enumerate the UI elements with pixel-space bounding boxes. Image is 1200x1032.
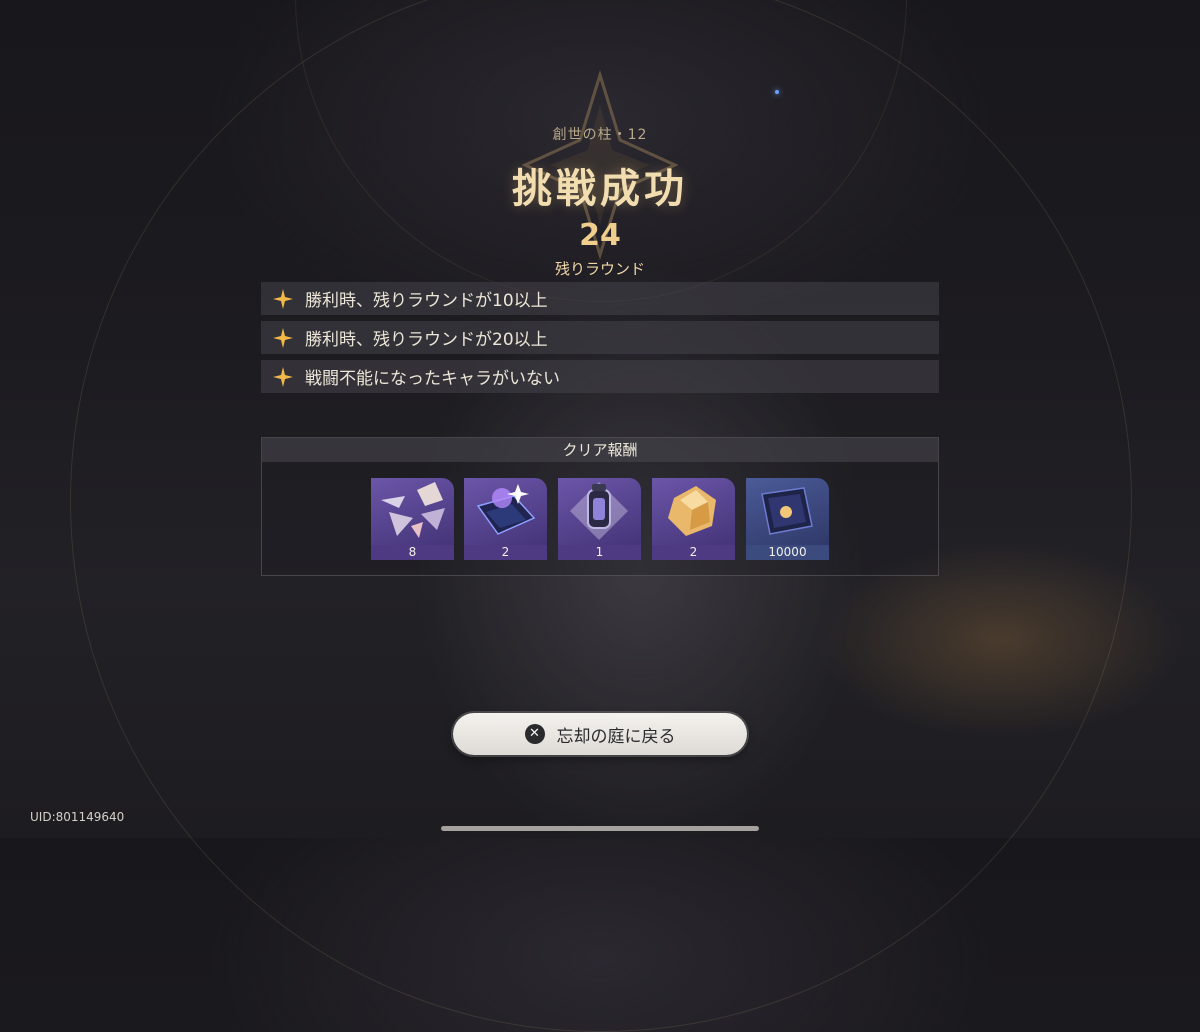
condition-row: 勝利時、残りラウンドが20以上 [261,321,939,354]
achieved-star-icon [273,366,293,387]
rewards-title: クリア報酬 [262,438,938,462]
reward-item[interactable]: 2 [652,478,735,560]
sparkle-decoration [775,90,779,94]
condition-text: 戦闘不能になったキャラがいない [305,369,560,389]
stage-name: 創世の柱・12 [552,127,648,143]
gold-crystal-icon [668,486,716,536]
condition-row: 勝利時、残りラウンドが10以上 [261,282,939,315]
condition-text: 勝利時、残りラウンドが10以上 [305,291,548,311]
achieved-star-icon [273,288,293,309]
close-x-icon: ✕ [524,724,545,744]
lantern-relic-icon [570,482,628,540]
reward-item[interactable]: 2 [464,478,547,560]
achieved-star-icon [273,327,293,348]
credit-card-icon [761,487,813,535]
reward-count: 8 [371,545,454,560]
condition-text: 勝利時、残りラウンドが20以上 [305,330,548,350]
reward-count: 2 [464,545,547,560]
remaining-rounds-label: 残りラウンド [554,260,645,278]
reward-item[interactable]: 8 [371,478,454,560]
return-to-garden-button[interactable]: ✕ 忘却の庭に戻る [453,713,747,755]
reward-item[interactable]: 1 [558,478,641,560]
return-button-label: 忘却の庭に戻る [556,726,676,747]
book-material-icon [476,484,536,535]
user-id: UID:801149640 [30,810,125,824]
reward-count: 10000 [746,545,829,560]
result-title: 挑戦成功 [512,166,688,212]
reward-count: 2 [652,545,735,560]
home-indicator[interactable] [441,826,759,831]
reward-count: 1 [558,545,641,560]
remaining-rounds-value: 24 [579,218,621,253]
clear-rewards-panel: クリア報酬 8 2 1 2 10000 [261,437,939,576]
reward-item[interactable]: 10000 [746,478,829,560]
shard-fragments-icon [381,482,445,538]
condition-row: 戦闘不能になったキャラがいない [261,360,939,393]
